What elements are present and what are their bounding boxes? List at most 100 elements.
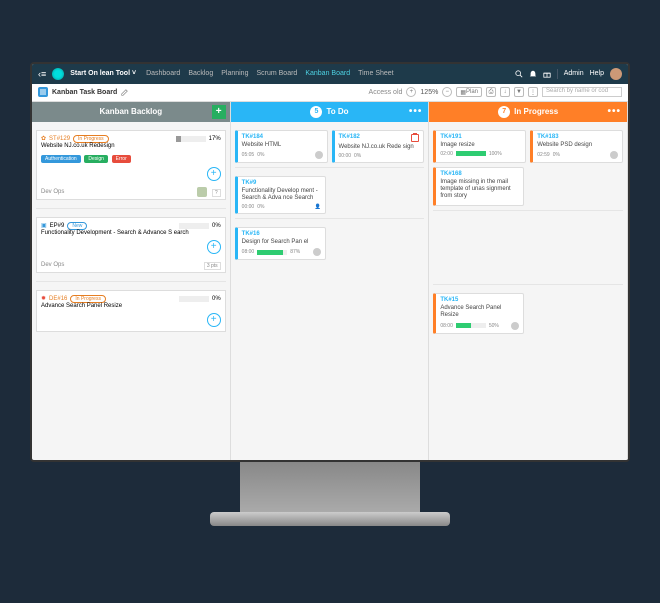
nav-backlog[interactable]: Backlog	[188, 70, 213, 77]
nav-dashboard[interactable]: Dashboard	[146, 70, 180, 77]
board-toolbar: Kanban Task Board Access old + 125% − ▦ …	[32, 84, 628, 102]
user-icon: 👤	[314, 204, 320, 210]
edit-icon[interactable]	[121, 89, 128, 96]
nav-scrum[interactable]: Scrum Board	[256, 70, 297, 77]
add-subtask-button[interactable]: +	[207, 313, 221, 327]
kanban-columns: Kanban Backlog + ✿ ST#129 In Progress 17…	[32, 102, 628, 460]
more-icon[interactable]: ⋮	[528, 87, 538, 97]
card-id: TK#15	[440, 297, 519, 303]
task-card[interactable]: TK#168 Image missing in the mail templat…	[433, 167, 524, 207]
access-toggle[interactable]: Access old	[369, 89, 403, 96]
back-icon[interactable]: ‹≡	[38, 69, 46, 79]
card-title: Advance Search Panel Resize	[440, 305, 519, 319]
time-label: 00:00	[242, 204, 255, 210]
card-title: Website PSD design	[537, 142, 618, 149]
time-label: 00:00	[339, 153, 352, 159]
status-badge: In Progress	[70, 295, 106, 303]
pct-label: 0%	[212, 296, 221, 302]
project-selector[interactable]: Start On lean Tool ˅	[70, 70, 136, 77]
calendar-icon	[411, 134, 419, 142]
card-id: TK#16	[242, 231, 321, 237]
nav-planning[interactable]: Planning	[221, 70, 248, 77]
card-id: TK#9	[242, 180, 321, 186]
tag-design[interactable]: Design	[84, 155, 108, 163]
task-card[interactable]: TK#15 Advance Search Panel Resize 08:00 …	[433, 293, 524, 333]
app-logo[interactable]	[52, 68, 64, 80]
monitor-base	[210, 512, 450, 526]
assignee-avatar[interactable]	[197, 187, 207, 197]
help-link[interactable]: Help	[590, 70, 604, 77]
bell-icon[interactable]	[529, 70, 537, 78]
zoom-out-icon[interactable]: −	[442, 87, 452, 97]
search-icon[interactable]	[515, 70, 523, 78]
pct-label: 87%	[290, 249, 300, 255]
add-subtask-button[interactable]: +	[207, 167, 221, 181]
count-badge: 7	[498, 106, 510, 118]
card-title: Image missing in the mail template of un…	[440, 179, 519, 201]
add-card-button[interactable]: +	[212, 105, 226, 119]
assignee-avatar[interactable]	[511, 322, 519, 330]
zoom-level: 125%	[420, 89, 438, 96]
print-icon[interactable]: ⎙	[486, 87, 496, 97]
time-label: 05:05	[242, 152, 255, 158]
card-id: TK#183	[537, 134, 618, 140]
card-title: Advance Search Panel Resize	[41, 303, 221, 309]
column-menu-icon[interactable]: •••	[608, 106, 622, 117]
count-badge: 5	[310, 106, 322, 118]
card-title: Website HTML	[242, 142, 323, 149]
search-input[interactable]: Search by name or cod	[542, 87, 622, 97]
tag-auth[interactable]: Authentication	[41, 155, 81, 163]
story-card[interactable]: ▣ EP#9 New 0% Functionality Development …	[36, 217, 226, 273]
pct-label: 0%	[553, 152, 560, 158]
group-label: Dev Ops	[41, 189, 221, 195]
card-id: DE#16	[49, 296, 67, 302]
task-card[interactable]: TK#16 Design for Search Pan el 08:00 87%	[235, 227, 326, 260]
plan-button[interactable]: ▦ Plan	[456, 87, 482, 97]
tag-error[interactable]: Error	[112, 155, 131, 163]
card-id: TK#168	[440, 171, 519, 177]
swimlane-2: ▣ EP#9 New 0% Functionality Development …	[36, 213, 226, 282]
card-title: Functionality Development - Search & Adv…	[41, 230, 221, 236]
pct-label: 50%	[489, 323, 499, 329]
monitor-stand	[240, 462, 420, 512]
story-card[interactable]: ✿ ST#129 In Progress 17% Website NJ.co.u…	[36, 130, 226, 200]
column-todo: 5 To Do ••• TK#184 Website HTML 05:05 0%…	[231, 102, 430, 460]
pct-label: 0%	[212, 223, 221, 229]
task-card[interactable]: TK#191 Image resize 02:00 100%	[433, 130, 526, 163]
swimlane-1: TK#184 Website HTML 05:05 0% TK#182 Webs…	[235, 126, 425, 168]
user-avatar[interactable]	[610, 68, 622, 80]
swimlane-1: TK#191 Image resize 02:00 100% TK#183 We…	[433, 126, 623, 212]
assignee-avatar[interactable]	[610, 151, 618, 159]
story-card[interactable]: ✹ DE#16 In Progress 0% Advance Search Pa…	[36, 290, 226, 332]
task-card[interactable]: TK#184 Website HTML 05:05 0%	[235, 130, 328, 163]
group-label: Dev Ops	[41, 262, 221, 268]
filter-icon[interactable]: ▼	[514, 87, 524, 97]
swimlane-3: TK#16 Design for Search Pan el 08:00 87%	[235, 223, 425, 264]
admin-link[interactable]: Admin	[564, 70, 584, 77]
task-card[interactable]: TK#183 Website PSD design 02:59 0%	[530, 130, 623, 163]
pct-label: 100%	[489, 151, 502, 157]
gift-icon[interactable]	[543, 70, 551, 78]
card-title: Design for Search Pan el	[242, 239, 321, 246]
points-badge: 3 pts	[204, 262, 221, 270]
time-label: 02:59	[537, 152, 550, 158]
time-label: 08:00	[440, 323, 453, 329]
card-id: ST#129	[49, 136, 70, 142]
time-label: 02:00	[440, 151, 453, 157]
status-badge: In Progress	[73, 135, 109, 143]
task-card[interactable]: TK#182 Website NJ.co.uk Rede sign 00:00 …	[332, 130, 425, 163]
assignee-avatar[interactable]	[313, 248, 321, 256]
zoom-in-icon[interactable]: +	[406, 87, 416, 97]
board-icon[interactable]	[38, 87, 48, 97]
pct-label: 17%	[209, 136, 221, 142]
nav-timesheet[interactable]: Time Sheet	[358, 70, 394, 77]
nav-kanban[interactable]: Kanban Board	[305, 70, 350, 77]
status-badge: New	[67, 222, 87, 230]
swimlane-3: ✹ DE#16 In Progress 0% Advance Search Pa…	[36, 286, 226, 340]
column-menu-icon[interactable]: •••	[409, 106, 423, 117]
assignee-avatar[interactable]	[315, 151, 323, 159]
task-card[interactable]: TK#9 Functionality Develop ment - Search…	[235, 176, 326, 214]
download-icon[interactable]: ↓	[500, 87, 510, 97]
card-id: TK#191	[440, 134, 521, 140]
add-subtask-button[interactable]: +	[207, 240, 221, 254]
